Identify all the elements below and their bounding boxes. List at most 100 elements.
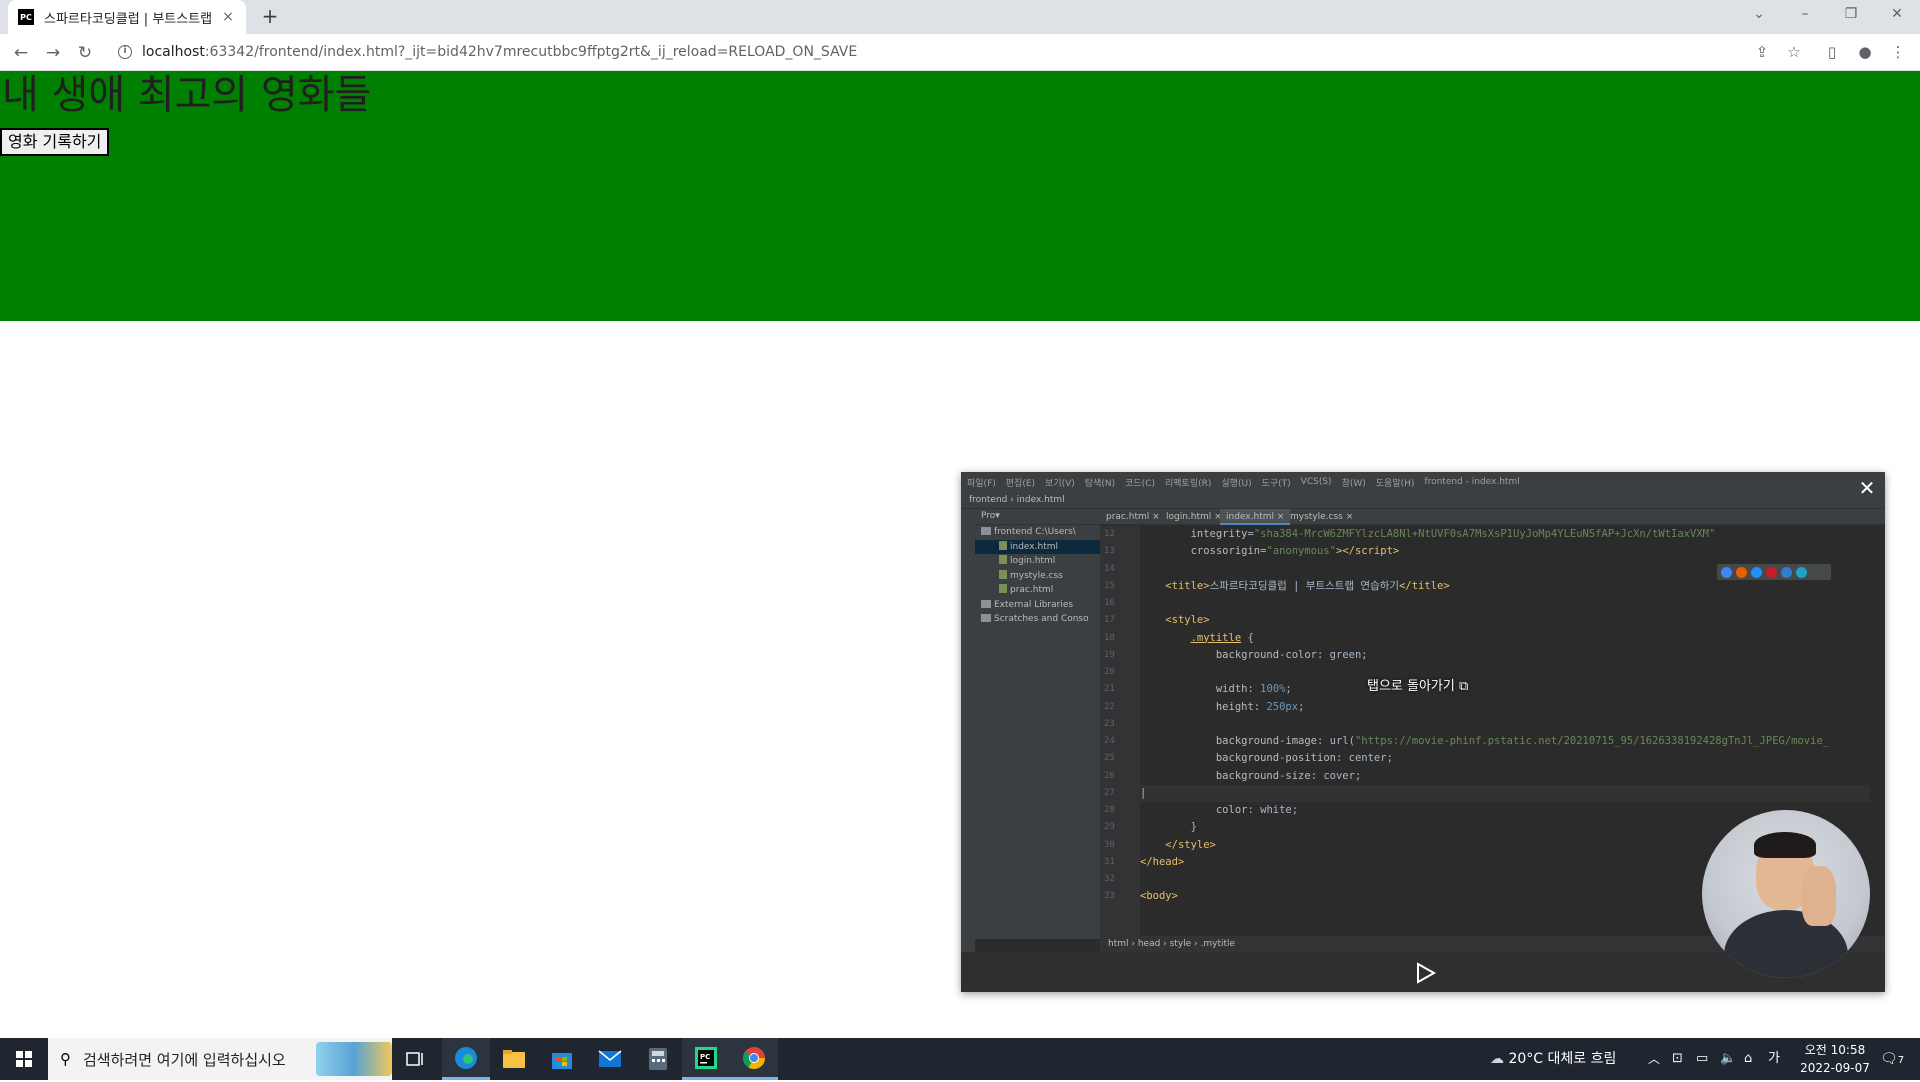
- line-number: 33: [1104, 891, 1115, 902]
- line-number: 15: [1104, 580, 1115, 591]
- share-icon[interactable]: ⇪: [1752, 42, 1772, 62]
- line-number: 21: [1104, 684, 1115, 695]
- line-number: 16: [1104, 598, 1115, 608]
- task-view-icon[interactable]: [392, 1038, 440, 1080]
- search-highlight-art: [316, 1042, 392, 1076]
- calculator-icon[interactable]: [634, 1038, 682, 1080]
- tab-title: 스파르타코딩클럽 | 부트스트랩: [44, 11, 213, 27]
- bookmark-star-icon[interactable]: ☆: [1784, 42, 1804, 62]
- tray-chevron-icon[interactable]: ︿: [1648, 1038, 1660, 1080]
- new-tab-button[interactable]: +: [258, 5, 282, 29]
- editor-tab: prac.html ×: [1106, 512, 1160, 522]
- mail-icon[interactable]: [586, 1038, 634, 1080]
- ide-menu-item: 도움말(H): [1375, 478, 1415, 489]
- ide-menu-item: 탐색(N): [1084, 478, 1116, 489]
- line-number: 28: [1104, 805, 1115, 815]
- back-arrow-icon[interactable]: ←: [8, 40, 34, 66]
- file-icon: [999, 555, 1007, 564]
- line-number: 29: [1104, 822, 1115, 833]
- start-button[interactable]: [0, 1038, 48, 1080]
- project-tree-item: mystyle.css: [975, 569, 1100, 584]
- tab-close-icon[interactable]: ×: [220, 9, 236, 25]
- return-to-tab-button[interactable]: 탭으로 돌아가기 ⧉: [1367, 675, 1468, 694]
- editor-tab: login.html ×: [1166, 512, 1222, 522]
- network-icon[interactable]: ⌂: [1744, 1038, 1752, 1080]
- project-tree-item: External Libraries: [975, 598, 1100, 613]
- ide-menu-item: 편집(E): [1005, 478, 1036, 489]
- line-number: 30: [1104, 839, 1115, 850]
- edge-icon[interactable]: [442, 1038, 490, 1080]
- line-number: 27: [1104, 787, 1115, 798]
- ide-menu-item: 창(W): [1341, 478, 1366, 489]
- pycharm-favicon-icon: PC: [18, 9, 34, 25]
- ide-menu-item: 파일(F): [967, 478, 996, 489]
- reload-icon[interactable]: ↻: [72, 40, 98, 66]
- menu-kebab-icon[interactable]: ⋮: [1888, 42, 1908, 62]
- tab-search-icon[interactable]: ⌄: [1736, 0, 1782, 30]
- preview-browser-icons: [1717, 564, 1831, 580]
- project-tree-item: frontend C:\Users\: [975, 525, 1100, 540]
- line-number: 17: [1104, 615, 1115, 626]
- weather-widget[interactable]: ☁ 20°C 대체로 흐림: [1490, 1038, 1616, 1080]
- browser-tab[interactable]: PC 스파르타코딩클럽 | 부트스트랩 ×: [8, 0, 246, 34]
- ide-nav-path: frontend › index.html: [961, 492, 1885, 509]
- forward-arrow-icon[interactable]: →: [40, 40, 66, 66]
- webcam-overlay: [1702, 810, 1870, 978]
- picture-in-picture-video[interactable]: 파일(F) 편집(E) 보기(V) 탐색(N) 코드(C) 리팩토링(R) 실행(U) 도구(…: [961, 472, 1885, 992]
- ide-menu-item: VCS(S): [1300, 477, 1332, 487]
- ide-menu-item: 코드(C): [1125, 478, 1155, 489]
- store-icon[interactable]: [538, 1038, 586, 1080]
- project-tree: frontend C:\Users\ index.html login.html my…: [975, 525, 1100, 627]
- clock[interactable]: 오전 10:58 2022-09-07: [1793, 1041, 1877, 1077]
- chrome-icon[interactable]: [730, 1038, 778, 1080]
- browser-toolbar: ← → ↻ i localhost:63342/frontend/index.h…: [0, 34, 1920, 71]
- line-number: 26: [1104, 770, 1115, 781]
- line-number: 23: [1104, 718, 1115, 729]
- editor-tab: index.html ×: [1220, 509, 1291, 525]
- project-tree-item: prac.html: [975, 583, 1100, 598]
- project-panel: Pro▾ frontend C:\Users\ index.html login.h…: [975, 509, 1100, 939]
- line-number: 25: [1104, 753, 1115, 764]
- windows-taskbar: ⚲ 검색하려면 여기에 입력하십시오 PC ☁ 20°C 대체로 흐림 ︿ ⊡ …: [0, 1038, 1920, 1080]
- side-panel-icon[interactable]: ▯: [1822, 42, 1842, 62]
- folder-icon: [981, 614, 991, 622]
- web-page: 내 생애 최고의 영화들 영화 기록하기 파일(F) 편집(E) 보기(V) 탐색(N…: [0, 71, 1920, 1038]
- taskbar-search[interactable]: ⚲ 검색하려면 여기에 입력하십시오: [48, 1038, 392, 1080]
- file-icon: [999, 584, 1007, 593]
- pycharm-icon[interactable]: PC: [682, 1038, 730, 1080]
- line-number: 12: [1104, 529, 1115, 539]
- profile-avatar-icon[interactable]: ●: [1855, 42, 1875, 62]
- ide-tool-strip: [961, 509, 975, 979]
- close-window-button[interactable]: ✕: [1874, 0, 1920, 30]
- line-number: 24: [1104, 736, 1115, 746]
- restore-button[interactable]: ❐: [1828, 0, 1874, 30]
- play-icon[interactable]: [1413, 961, 1437, 985]
- svg-text:PC: PC: [700, 1053, 710, 1061]
- ide-menu-item: 보기(V): [1045, 478, 1075, 489]
- site-info-icon[interactable]: i: [118, 45, 132, 59]
- file-icon: [999, 540, 1007, 550]
- line-number: 22: [1104, 701, 1115, 712]
- notification-center-icon[interactable]: 🗨7: [1880, 1038, 1904, 1080]
- project-tree-item: Scratches and Conso: [975, 612, 1100, 627]
- minimize-button[interactable]: –: [1782, 0, 1828, 30]
- ide-menu-item: 리팩토링(R): [1165, 478, 1212, 489]
- meet-now-icon[interactable]: ⊡: [1672, 1038, 1683, 1080]
- ide-menu-item: frontend - index.html: [1424, 477, 1520, 487]
- line-number: 20: [1104, 667, 1115, 677]
- ide-menu-bar: 파일(F) 편집(E) 보기(V) 탐색(N) 코드(C) 리팩토링(R) 실행(U) 도구(…: [961, 472, 1885, 492]
- line-number: 19: [1104, 649, 1115, 660]
- volume-icon[interactable]: 🔈: [1720, 1038, 1736, 1080]
- ime-indicator[interactable]: 가: [1768, 1038, 1780, 1080]
- search-icon: ⚲: [60, 1050, 71, 1068]
- record-movie-button[interactable]: 영화 기록하기: [0, 128, 110, 156]
- close-icon[interactable]: ✕: [1856, 477, 1878, 499]
- line-number: 32: [1104, 874, 1115, 884]
- mytitle-banner: 내 생애 최고의 영화들 영화 기록하기: [0, 71, 1920, 321]
- battery-icon[interactable]: ▭: [1696, 1038, 1708, 1080]
- address-bar[interactable]: i localhost:63342/frontend/index.html?_i…: [110, 37, 1770, 67]
- browser-tab-bar: PC 스파르타코딩클럽 | 부트스트랩 × + ⌄ – ❐ ✕: [0, 0, 1920, 34]
- file-explorer-icon[interactable]: [490, 1038, 538, 1080]
- ide-menu-item: 실행(U): [1221, 478, 1252, 489]
- line-number: 13: [1104, 546, 1115, 557]
